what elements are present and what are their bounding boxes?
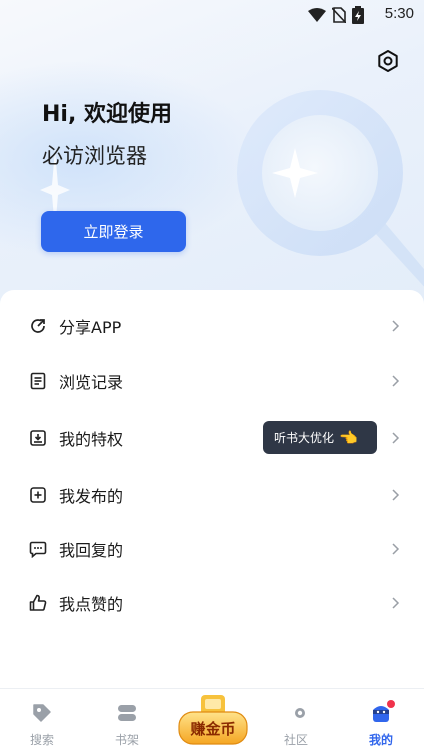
- menu-label-replies: 我回复的: [59, 541, 124, 560]
- menu-label-likes: 我点赞的: [59, 595, 124, 614]
- tab-label-earn-coins: 赚金币: [190, 719, 236, 738]
- chevron-right-icon: [392, 431, 402, 445]
- menu-item-history[interactable]: 浏览记录: [0, 355, 424, 407]
- login-button[interactable]: 立即登录: [41, 211, 186, 252]
- tab-profile[interactable]: 我的: [351, 689, 411, 755]
- search-tab-icon: [30, 701, 54, 725]
- status-icons: [308, 6, 364, 24]
- battery-icon: [352, 6, 364, 24]
- community-icon: [284, 701, 308, 725]
- bookshelf-icon: [115, 701, 139, 725]
- menu-item-likes[interactable]: 我点赞的: [0, 577, 424, 629]
- tab-label-profile: 我的: [368, 733, 393, 747]
- menu-label-posts: 我发布的: [59, 487, 124, 506]
- tab-community[interactable]: 社区: [266, 689, 326, 755]
- magnifier-decoration-icon: [237, 90, 424, 287]
- settings-button[interactable]: [374, 47, 402, 75]
- menu-item-posts[interactable]: 我发布的: [0, 469, 424, 521]
- tab-label-community: 社区: [283, 733, 308, 747]
- notification-badge: [387, 700, 395, 708]
- earn-coins-button[interactable]: 赚金币: [177, 694, 249, 746]
- tab-bookshelf[interactable]: 书架: [97, 689, 157, 755]
- tab-search[interactable]: 搜索: [12, 689, 72, 755]
- pointing-hand-icon: 👈: [339, 428, 358, 447]
- menu-item-replies[interactable]: 我回复的: [0, 523, 424, 575]
- post-icon: [28, 485, 48, 505]
- settings-icon: [378, 50, 398, 72]
- greeting-title: Hi, 欢迎使用: [42, 102, 172, 127]
- chevron-right-icon: [392, 319, 402, 333]
- menu-label-history: 浏览记录: [59, 373, 124, 392]
- menu-label-privilege: 我的特权: [59, 430, 124, 449]
- chevron-right-icon: [392, 542, 402, 556]
- menu-item-share[interactable]: 分享APP: [0, 300, 424, 352]
- feature-tooltip[interactable]: 听书大优化 👈: [263, 421, 377, 454]
- status-time: 5:30: [384, 5, 414, 22]
- menu-label-share: 分享APP: [59, 318, 122, 337]
- chevron-right-icon: [392, 488, 402, 502]
- status-bar: 5:30: [0, 0, 424, 30]
- chevron-right-icon: [392, 596, 402, 610]
- share-icon: [28, 316, 48, 336]
- privilege-icon: [28, 428, 48, 448]
- tooltip-text: 听书大优化: [274, 431, 335, 445]
- wifi-icon: [308, 8, 326, 22]
- reply-icon: [28, 539, 48, 559]
- tab-label-search: 搜索: [29, 733, 54, 747]
- like-icon: [28, 593, 48, 613]
- history-icon: [28, 371, 48, 391]
- app-name: 必访浏览器: [42, 144, 147, 168]
- no-sim-icon: [332, 7, 346, 23]
- chevron-right-icon: [392, 374, 402, 388]
- tab-label-bookshelf: 书架: [114, 733, 139, 747]
